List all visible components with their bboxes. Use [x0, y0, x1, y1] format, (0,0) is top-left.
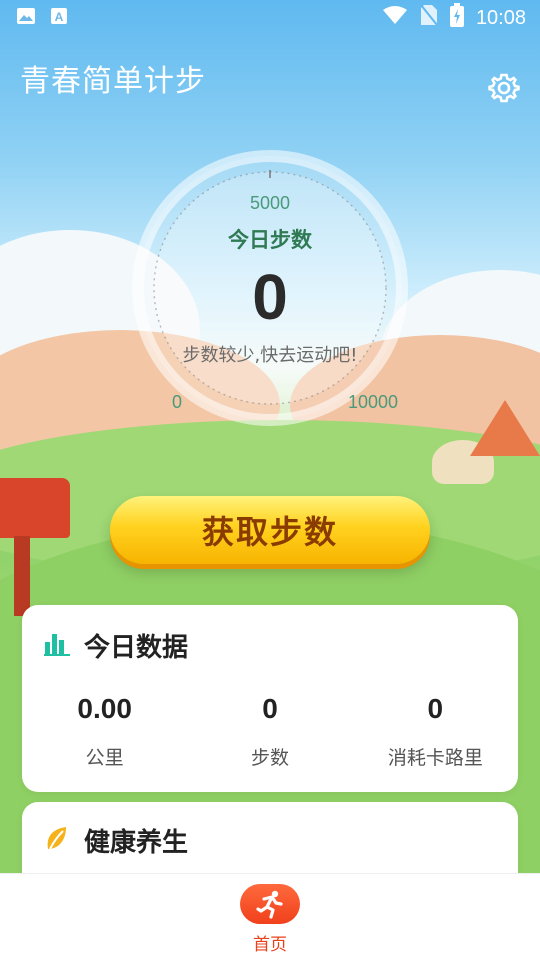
- clock: 10:08: [475, 6, 526, 29]
- status-bar: A 10:08: [0, 0, 540, 36]
- stat-label: 步数: [250, 747, 289, 769]
- today-card-title: 今日数据: [84, 633, 189, 663]
- no-sim-icon: [420, 4, 438, 32]
- gear-icon: [488, 72, 520, 108]
- stat-distance: 0.00 公里: [22, 693, 187, 770]
- battery-charging-icon: [449, 3, 464, 33]
- stat-label: 公里: [85, 747, 124, 769]
- stat-calories: 0 消耗卡路里: [353, 693, 518, 770]
- a-icon: A: [50, 7, 68, 29]
- bar-chart-icon: [44, 632, 70, 660]
- gauge-max-label: 10000: [348, 392, 399, 412]
- nav-label-home: 首页: [253, 935, 287, 955]
- gauge-mid-mark: 5000: [249, 193, 291, 213]
- gauge-min-label: 0: [172, 392, 183, 412]
- health-card-title: 健康养生: [84, 828, 189, 858]
- stat-value: 0: [427, 693, 444, 724]
- stat-steps: 0 步数: [187, 693, 352, 770]
- today-card-header: 今日数据: [44, 627, 188, 664]
- stat-value: 0: [262, 693, 278, 724]
- image-icon: [16, 7, 36, 29]
- step-count-value: 0: [252, 261, 288, 333]
- leaf-icon: [44, 825, 70, 857]
- today-stats: 0.00 公里 0 步数 0 消耗卡路里: [22, 693, 518, 770]
- gauge-label: 今日步数: [228, 228, 312, 252]
- running-man-icon: [240, 884, 300, 924]
- app-title: 青春简单计步: [20, 64, 206, 99]
- stat-label: 消耗卡路里: [387, 747, 483, 769]
- mailbox-illustration: [0, 478, 70, 538]
- today-data-card: 今日数据 0.00 公里 0 步数 0 消耗卡路里: [22, 605, 518, 792]
- svg-text:A: A: [55, 10, 64, 24]
- wifi-icon: [382, 5, 408, 31]
- mailbox-post: [14, 536, 30, 616]
- settings-button[interactable]: [486, 72, 522, 108]
- nav-item-home[interactable]: 首页: [240, 874, 300, 960]
- step-gauge: 5000 今日步数 0 步数较少,快去运动吧!: [130, 148, 410, 428]
- health-card-header: 健康养生: [44, 822, 188, 859]
- stat-value: 0.00: [77, 693, 132, 724]
- get-steps-button[interactable]: 获取步数: [110, 496, 430, 564]
- gauge-hint: 步数较少,快去运动吧!: [182, 345, 358, 366]
- bottom-nav: 首页: [0, 873, 540, 960]
- app-bar: 青春简单计步: [0, 36, 540, 120]
